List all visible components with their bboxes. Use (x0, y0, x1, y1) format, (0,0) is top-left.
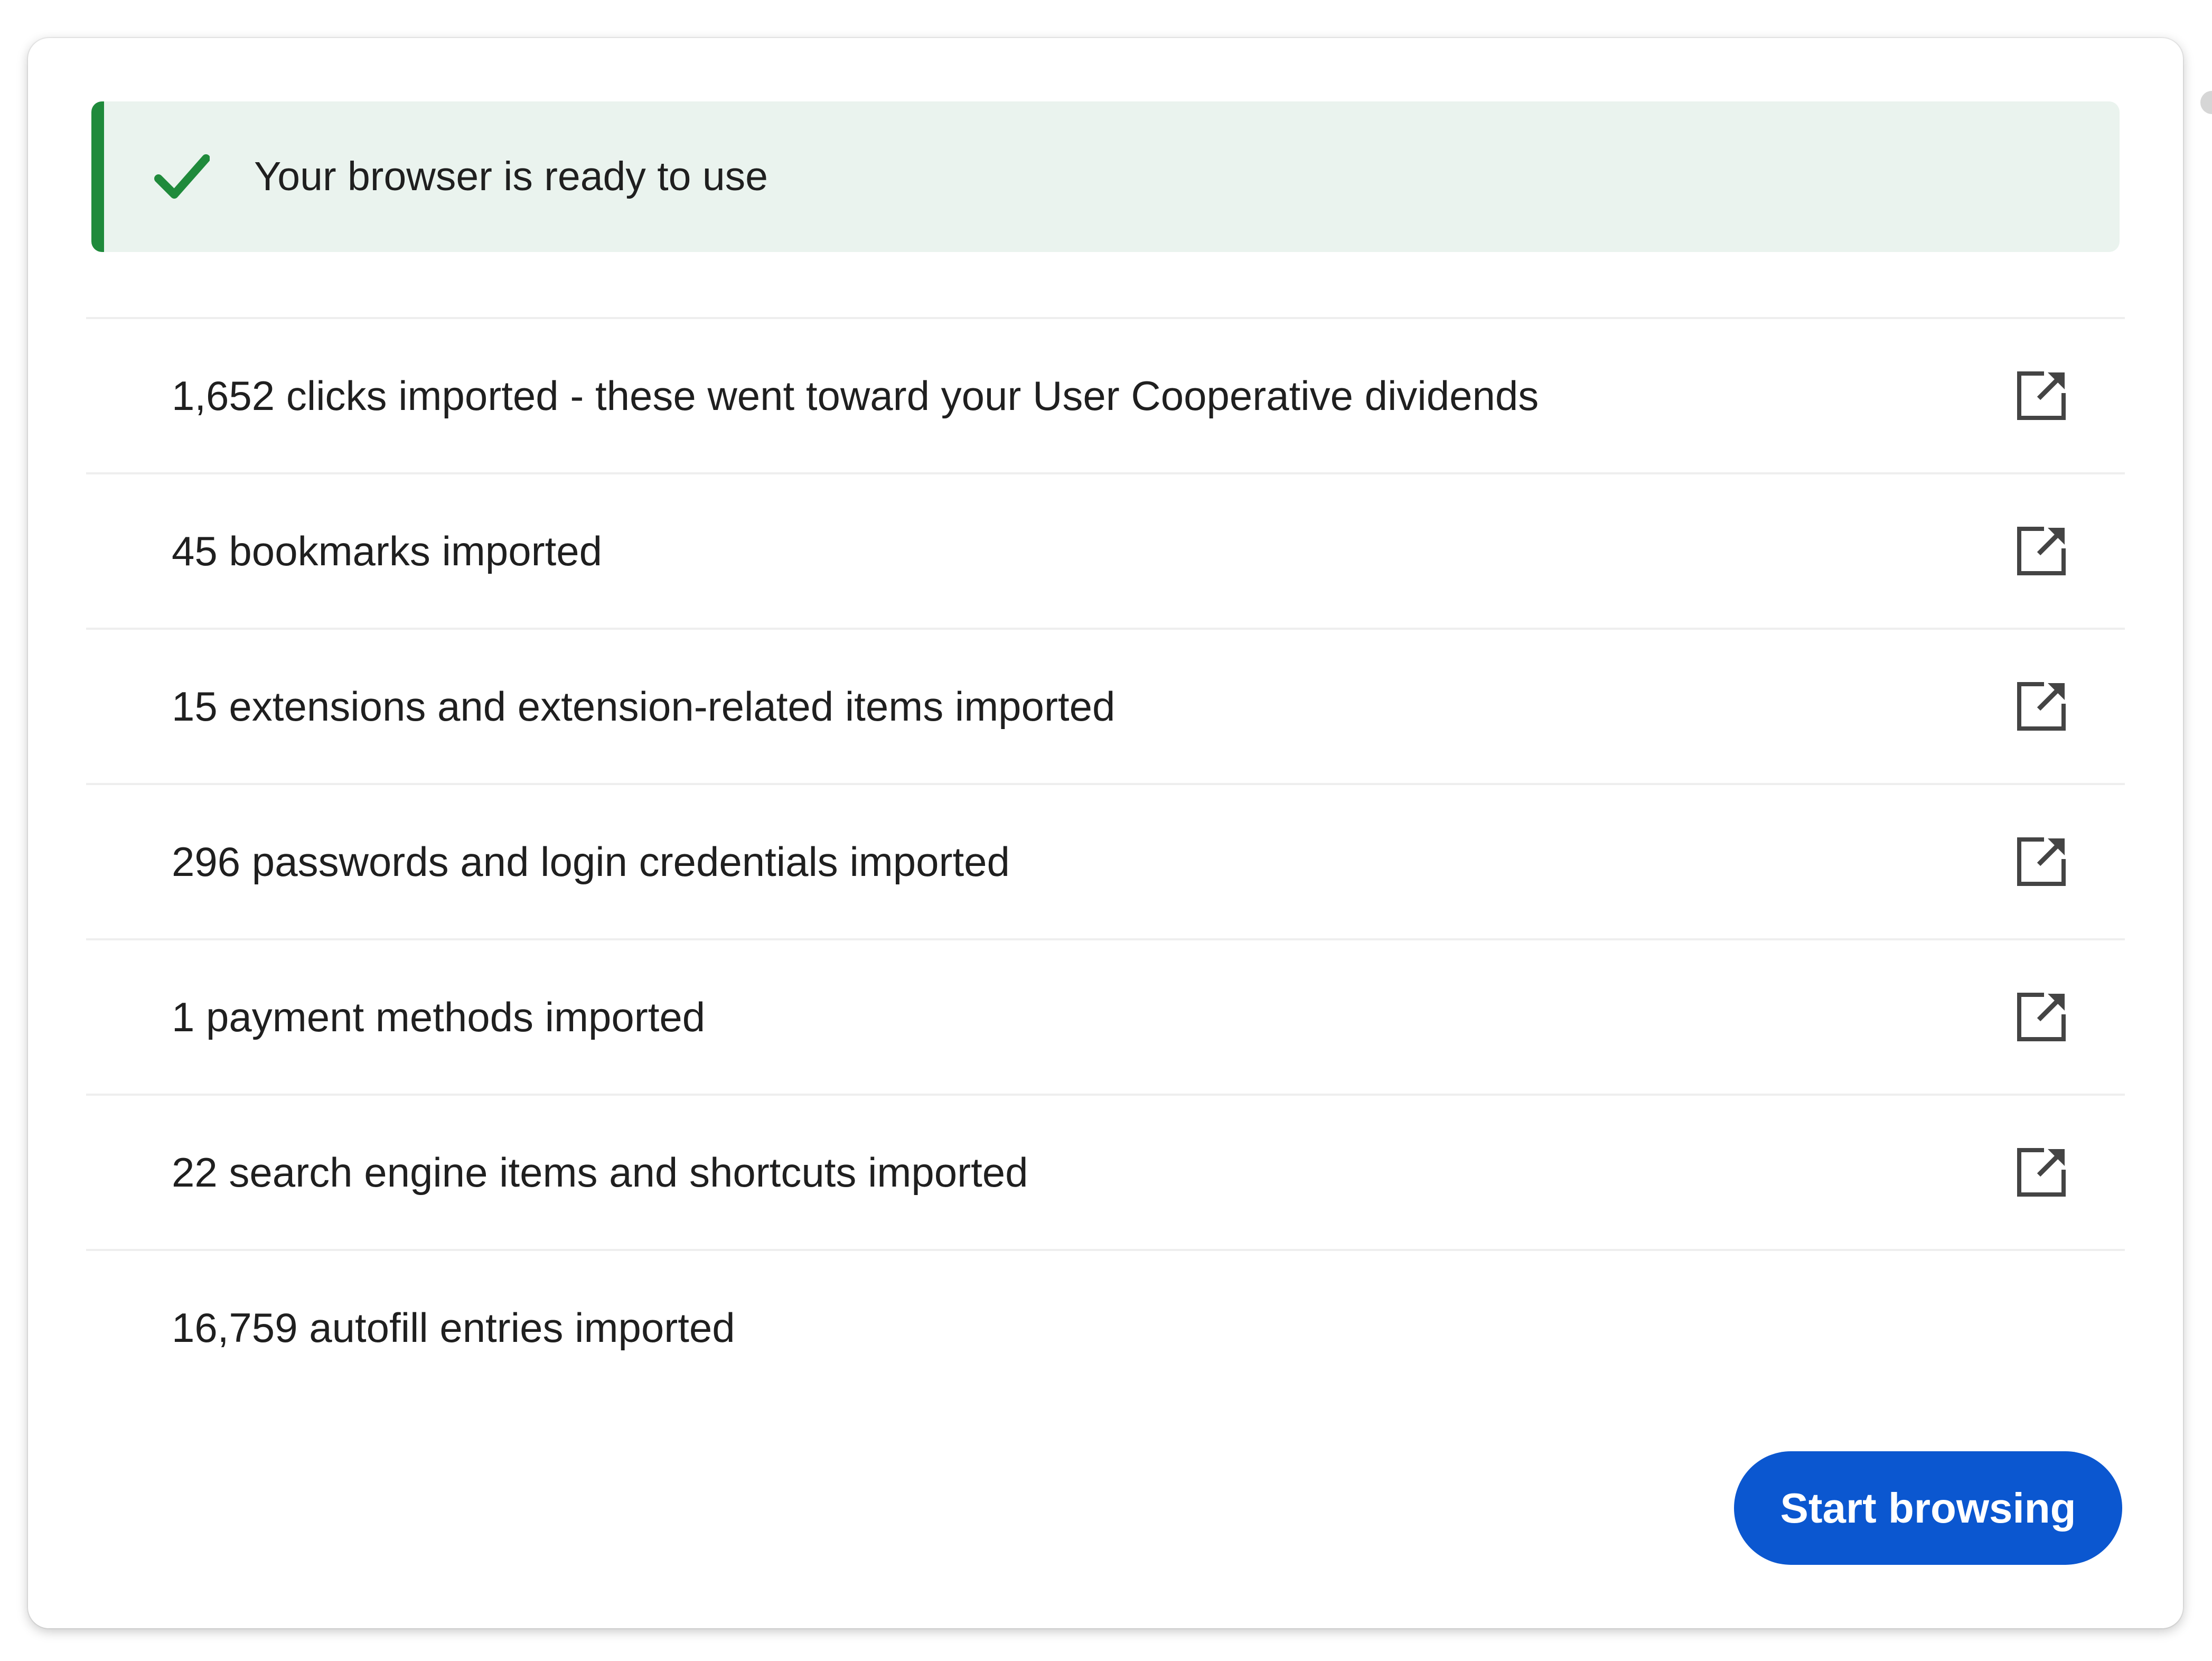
list-item-payment-methods: 1 payment methods imported (86, 938, 2125, 1094)
list-item-extensions: 15 extensions and extension-related item… (86, 628, 2125, 783)
list-item-bookmarks: 45 bookmarks imported (86, 472, 2125, 628)
success-banner: Your browser is ready to use (91, 101, 2120, 252)
list-item-autofill: 16,759 autofill entries imported (86, 1249, 2125, 1404)
banner-message: Your browser is ready to use (254, 154, 768, 199)
list-item-label: 45 bookmarks imported (172, 527, 603, 574)
open-in-new-icon[interactable] (2015, 680, 2068, 733)
list-item-passwords: 296 passwords and login credentials impo… (86, 783, 2125, 938)
list-item-label: 296 passwords and login credentials impo… (172, 838, 1010, 885)
imported-items-list: 1,652 clicks imported - these went towar… (86, 317, 2125, 1404)
list-item-label: 1,652 clicks imported - these went towar… (172, 372, 1539, 419)
list-item-clicks: 1,652 clicks imported - these went towar… (86, 317, 2125, 472)
open-in-new-icon[interactable] (2015, 991, 2068, 1043)
open-in-new-icon[interactable] (2015, 369, 2068, 422)
list-item-label: 16,759 autofill entries imported (172, 1304, 735, 1351)
list-item-label: 1 payment methods imported (172, 993, 706, 1040)
check-icon (154, 154, 210, 199)
list-item-label: 22 search engine items and shortcuts imp… (172, 1149, 1028, 1196)
list-item-search-engines: 22 search engine items and shortcuts imp… (86, 1094, 2125, 1249)
start-browsing-button[interactable]: Start browsing (1734, 1451, 2122, 1565)
window-edge-handle (2200, 91, 2212, 114)
list-item-label: 15 extensions and extension-related item… (172, 683, 1116, 730)
open-in-new-icon[interactable] (2015, 835, 2068, 888)
open-in-new-icon[interactable] (2015, 1146, 2068, 1199)
open-in-new-icon[interactable] (2015, 525, 2068, 577)
import-complete-dialog: Your browser is ready to use 1,652 click… (28, 38, 2183, 1628)
